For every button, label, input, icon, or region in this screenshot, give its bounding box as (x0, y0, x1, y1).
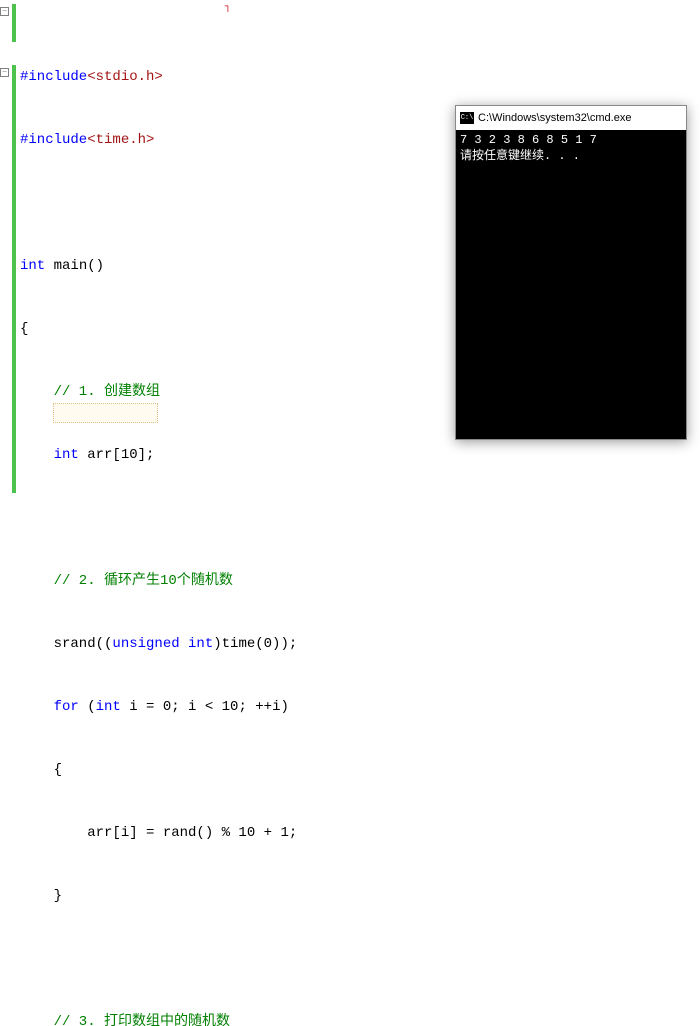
code-token: <time.h> (87, 132, 154, 148)
editor-gutter: − − (0, 0, 16, 513)
code-token: #include (20, 132, 87, 148)
code-comment: // 1. 创建数组 (20, 384, 160, 400)
code-token: { (20, 321, 28, 337)
code-token: main() (45, 258, 104, 274)
code-comment: // 2. 循环产生10个随机数 (20, 573, 233, 589)
code-token: srand(( (20, 636, 112, 652)
code-token: { (20, 762, 62, 778)
code-token: arr[i] = rand() % 10 + 1; (20, 825, 297, 841)
cmd-icon: C:\ (460, 112, 474, 124)
code-token: )time(0)); (213, 636, 297, 652)
code-token: } (20, 888, 62, 904)
cmd-prompt-line: 请按任意键继续. . . (460, 149, 682, 165)
code-token: unsigned int (112, 636, 213, 652)
code-token: <stdio.h> (87, 69, 163, 85)
cmd-title: C:\Windows\system32\cmd.exe (478, 110, 631, 127)
code-comment: // 3. 打印数组中的随机数 (20, 1014, 230, 1026)
fold-toggle-icon[interactable]: − (0, 7, 9, 16)
cmd-output-line: 7 3 2 3 8 6 8 5 1 7 (460, 133, 682, 149)
mark-icon: ┐ (225, 0, 231, 15)
cmd-output[interactable]: 7 3 2 3 8 6 8 5 1 7 请按任意键继续. . . (456, 130, 686, 167)
code-token: i = 0; i < 10; ++i) (121, 699, 289, 715)
code-token: for (20, 699, 79, 715)
code-token: #include (20, 69, 87, 85)
cmd-titlebar[interactable]: C:\ C:\Windows\system32\cmd.exe (456, 106, 686, 130)
cmd-window: C:\ C:\Windows\system32\cmd.exe 7 3 2 3 … (455, 105, 687, 440)
code-token: ( (79, 699, 96, 715)
code-token: arr[10]; (79, 447, 155, 463)
code-token: int (20, 447, 79, 463)
code-token: int (96, 699, 121, 715)
fold-toggle-icon[interactable]: − (0, 68, 9, 77)
code-token: int (20, 258, 45, 274)
